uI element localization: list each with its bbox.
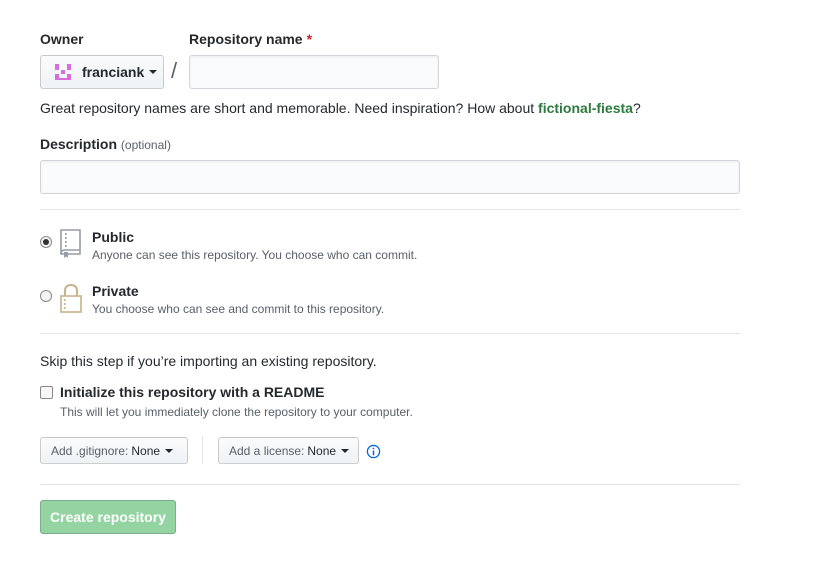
license-prefix: Add a license: xyxy=(229,443,305,458)
readme-label[interactable]: Initialize this repository with a README xyxy=(60,384,324,400)
owner-label: Owner xyxy=(40,31,84,47)
required-marker: * xyxy=(306,31,313,47)
divider xyxy=(40,209,740,210)
readme-checkbox[interactable] xyxy=(40,386,53,399)
optional-marker: (optional) xyxy=(120,138,171,152)
name-suggestion-link[interactable]: fictional-fiesta xyxy=(538,100,633,116)
info-icon[interactable] xyxy=(366,444,381,459)
create-repository-button[interactable]: Create repository xyxy=(40,500,176,534)
chevron-down-icon xyxy=(165,448,174,453)
description-label-text: Description xyxy=(40,136,118,152)
private-title: Private xyxy=(92,283,139,299)
license-value: None xyxy=(307,443,337,458)
public-radio[interactable] xyxy=(40,236,52,248)
chevron-down-icon xyxy=(341,448,350,453)
private-text: Private You choose who can see and commi… xyxy=(92,282,384,316)
skip-step-text: Skip this step if you’re importing an ex… xyxy=(40,353,377,369)
gitignore-prefix: Add .gitignore: xyxy=(51,443,129,458)
readme-note: This will let you immediately clone the … xyxy=(60,405,413,419)
name-hint: Great repository names are short and mem… xyxy=(40,100,641,116)
visibility-public-option[interactable]: Public Anyone can see this repository. Y… xyxy=(40,228,417,262)
owner-repo-separator: / xyxy=(171,58,178,83)
owner-name: franciank xyxy=(82,64,145,80)
repository-name-input[interactable] xyxy=(189,55,439,89)
public-note: Anyone can see this repository. You choo… xyxy=(92,248,418,262)
description-input[interactable] xyxy=(40,160,740,194)
visibility-private-option[interactable]: Private You choose who can see and commi… xyxy=(40,282,384,316)
owner-select-button[interactable]: franciank xyxy=(40,55,164,89)
public-title: Public xyxy=(92,229,135,245)
lock-icon xyxy=(60,283,82,313)
description-label: Description (optional) xyxy=(40,136,171,152)
private-note: You choose who can see and commit to thi… xyxy=(92,302,385,316)
dropdown-separator xyxy=(202,436,203,464)
repository-name-label-text: Repository name xyxy=(189,31,303,47)
license-dropdown-button[interactable]: Add a license: None xyxy=(218,437,359,464)
repository-name-label: Repository name * xyxy=(189,31,312,47)
name-hint-end: ? xyxy=(632,100,641,116)
divider xyxy=(40,484,740,485)
repo-book-icon xyxy=(60,229,81,258)
public-text: Public Anyone can see this repository. Y… xyxy=(92,228,417,262)
chevron-down-icon xyxy=(149,70,158,74)
name-hint-text: Great repository names are short and mem… xyxy=(40,100,539,116)
gitignore-value: None xyxy=(131,443,161,458)
private-radio[interactable] xyxy=(40,290,52,302)
owner-avatar-icon xyxy=(55,64,71,80)
divider xyxy=(40,333,740,334)
gitignore-dropdown-button[interactable]: Add .gitignore: None xyxy=(40,437,188,464)
